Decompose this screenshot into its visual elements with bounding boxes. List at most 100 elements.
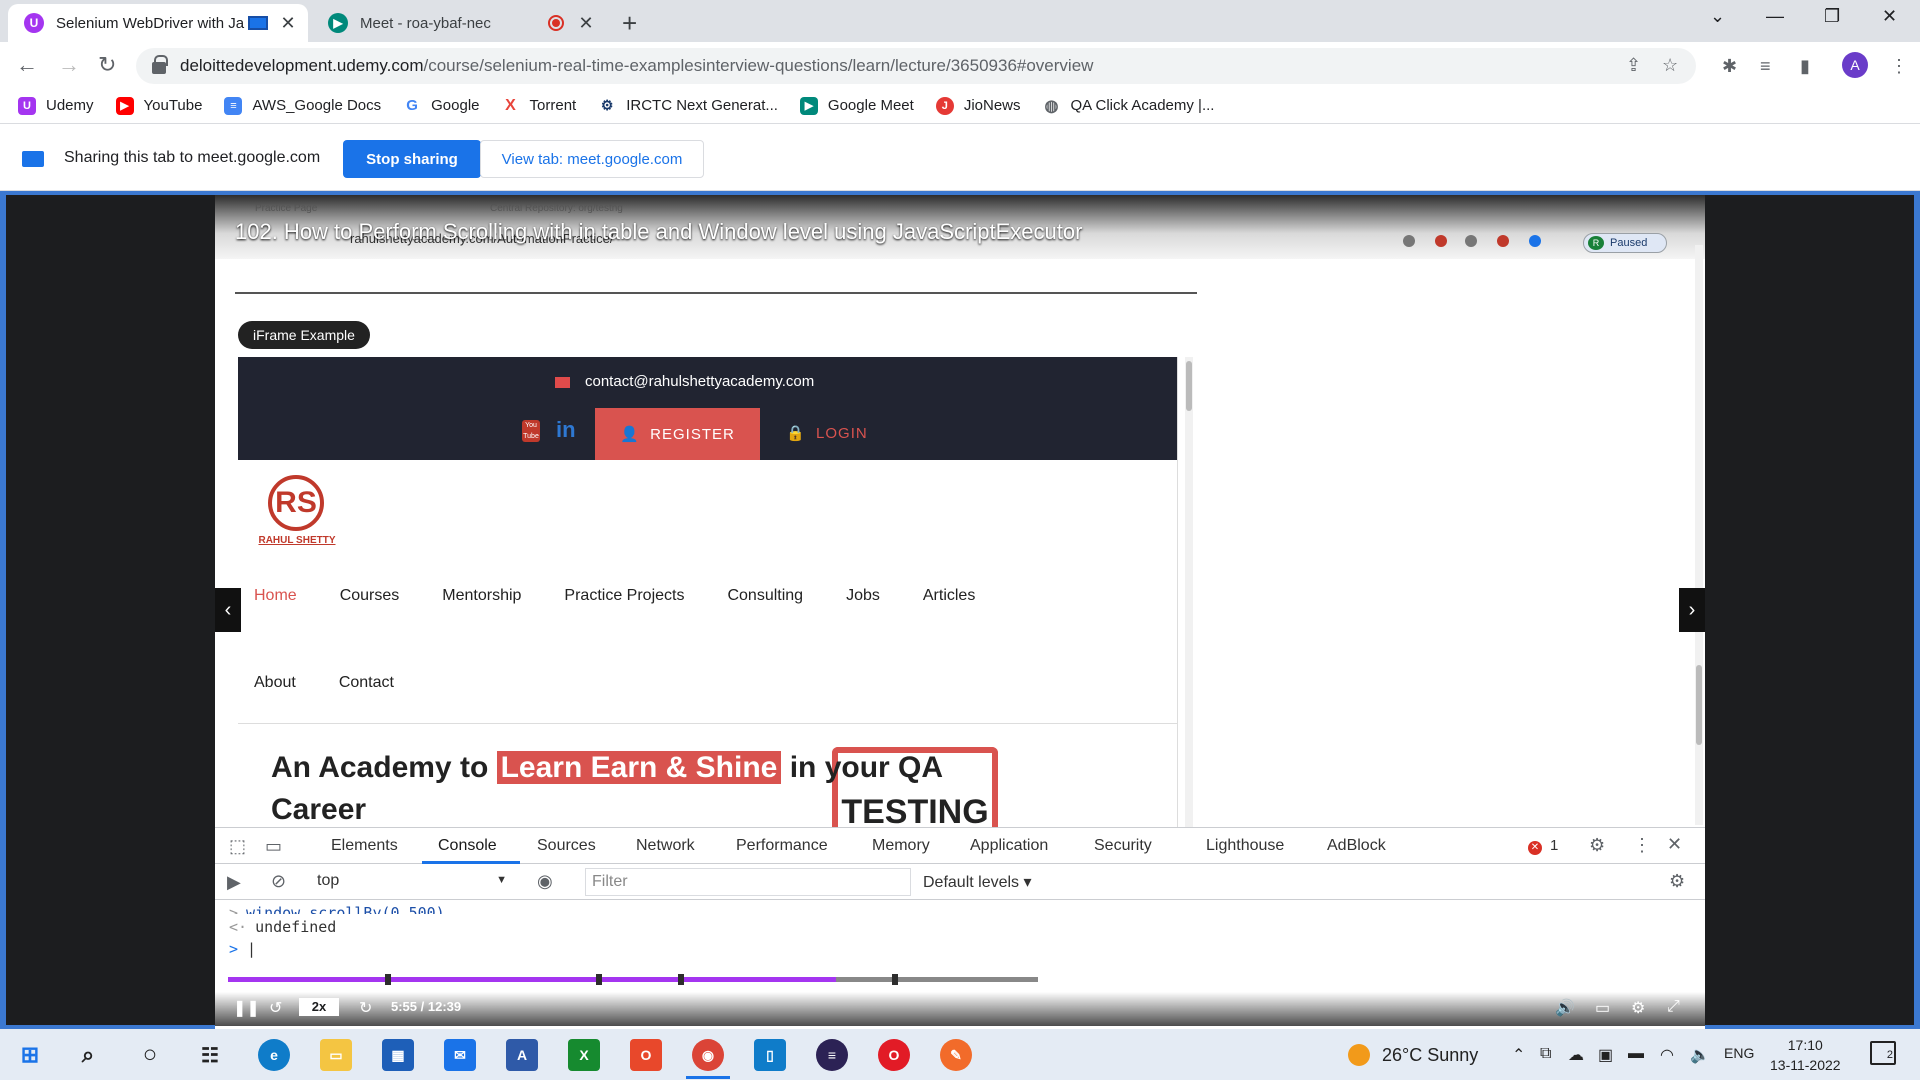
bookmark-google[interactable]: G Google	[403, 97, 479, 115]
playback-speed-button[interactable]: 2x	[299, 998, 339, 1016]
editor-icon[interactable]: A	[506, 1039, 538, 1071]
linkedin-icon: in	[556, 417, 576, 442]
lock-icon	[152, 55, 168, 74]
previous-lecture-button[interactable]: ‹	[215, 588, 241, 632]
close-tab-icon[interactable]: ✕	[574, 13, 598, 34]
devtools-tab-performance: Performance	[736, 837, 828, 854]
bookmark-meet[interactable]: ▶ Google Meet	[799, 96, 914, 115]
mail-icon[interactable]: ✉	[444, 1039, 476, 1071]
volume-icon[interactable]: 🔊	[1555, 998, 1575, 1018]
youtube-icon: ▶	[115, 96, 134, 115]
udemy-icon: U	[18, 96, 36, 115]
forward-button[interactable]: →	[58, 52, 80, 78]
video-progress-fill	[228, 977, 836, 982]
display-icon[interactable]: ▣	[1598, 1045, 1613, 1065]
mail-icon	[555, 377, 570, 388]
fullscreen-icon[interactable]: ⤢	[1667, 998, 1680, 1016]
globe-icon: ◍	[1044, 97, 1059, 115]
onedrive-icon[interactable]: ☁	[1568, 1045, 1584, 1065]
divider	[235, 292, 1197, 294]
close-window-button[interactable]: ✕	[1882, 6, 1897, 27]
devtools-tab-memory: Memory	[872, 837, 930, 854]
side-panel-icon[interactable]: ▮	[1800, 56, 1810, 77]
bookmark-youtube[interactable]: ▶ YouTube	[115, 96, 202, 115]
view-tab-button[interactable]: View tab: meet.google.com	[480, 140, 704, 178]
close-tab-icon[interactable]: ✕	[276, 13, 300, 34]
video-time: 5:55 / 12:39	[391, 999, 462, 1014]
ext-icon	[1497, 235, 1509, 247]
register-button: 👤 REGISTER	[595, 408, 760, 460]
volume-icon[interactable]: 🔈	[1690, 1045, 1710, 1065]
tab-search-icon[interactable]: ⌄	[1710, 6, 1725, 27]
forward-icon[interactable]: ↻	[359, 998, 372, 1018]
bookmark-jionews[interactable]: J JioNews	[935, 96, 1021, 115]
battery-icon[interactable]: ▬	[1628, 1045, 1644, 1063]
stop-sharing-button[interactable]: Stop sharing	[343, 140, 481, 178]
media-control-icon[interactable]: ≡	[1760, 56, 1771, 77]
console-input-line: > window.scrollBy(0,500)	[229, 904, 445, 914]
jionews-icon: J	[935, 96, 954, 115]
tray-app-icon[interactable]: ⧉	[1540, 1045, 1551, 1063]
extensions-icon[interactable]: ✱	[1722, 56, 1737, 77]
office-icon[interactable]: O	[630, 1039, 662, 1071]
divider	[238, 723, 1177, 724]
bookmark-docs[interactable]: ≡ AWS_Google Docs	[224, 96, 381, 115]
nav-consulting: Consulting	[727, 587, 804, 604]
captions-icon[interactable]: ▭	[1595, 998, 1610, 1018]
task-view-icon[interactable]: ☷	[194, 1039, 226, 1071]
clear-console-icon: ⊘	[271, 871, 287, 891]
next-lecture-button[interactable]: ›	[1679, 588, 1705, 632]
tab-udemy[interactable]: U Selenium WebDriver with Ja ✕	[8, 4, 308, 42]
devtools-tab-network: Network	[636, 837, 695, 854]
tray-chevron-icon[interactable]: ⌃	[1512, 1045, 1525, 1065]
opera-icon[interactable]: O	[878, 1039, 910, 1071]
notifications-icon[interactable]: 2	[1870, 1041, 1896, 1065]
video-progress-bar[interactable]	[228, 974, 1038, 985]
eclipse-icon[interactable]: ≡	[816, 1039, 848, 1071]
nav-courses: Courses	[339, 587, 400, 604]
weather-widget[interactable]: 26°C Sunny	[1348, 1044, 1478, 1066]
language-indicator[interactable]: ENG	[1724, 1045, 1754, 1061]
tab-meet[interactable]: ▶ Meet - roa-ybaf-nec ✕	[312, 4, 606, 42]
video-inner-tab: Practice Page	[255, 203, 318, 214]
more-options-icon: ⋮	[1633, 835, 1651, 855]
restore-button[interactable]: ❐	[1824, 6, 1840, 27]
hero-heading-line2: Career	[271, 793, 367, 826]
wifi-icon[interactable]: ◠	[1660, 1045, 1674, 1065]
console-prompt: > |	[229, 940, 257, 958]
store-icon[interactable]: ▦	[382, 1039, 414, 1071]
rewind-icon[interactable]: ↺	[269, 998, 282, 1018]
bookmark-star-icon[interactable]: ☆	[1662, 55, 1678, 76]
chrome-icon[interactable]: ◉	[692, 1039, 724, 1071]
play-pause-icon[interactable]: ❚❚	[233, 998, 260, 1018]
menu-icon[interactable]: ⋮	[1890, 56, 1908, 77]
console-settings-icon: ⚙	[1669, 871, 1686, 891]
new-tab-button[interactable]: +	[622, 8, 637, 39]
settings-gear-icon[interactable]: ⚙	[1631, 998, 1645, 1018]
reload-button[interactable]: ↻	[98, 52, 116, 78]
minimize-button[interactable]: —	[1766, 6, 1784, 27]
system-clock[interactable]: 17:10 13-11-2022	[1770, 1035, 1841, 1075]
postman-icon[interactable]: ✎	[940, 1039, 972, 1071]
google-icon: G	[406, 97, 418, 114]
share-icon[interactable]: ⇪	[1626, 55, 1641, 76]
back-button[interactable]: ←	[16, 52, 38, 78]
file-explorer-icon[interactable]: ▭	[320, 1039, 352, 1071]
tab-title: Meet - roa-ybaf-nec	[360, 14, 491, 32]
search-icon[interactable]: ⌕	[72, 1039, 104, 1071]
bookmark-qaclick[interactable]: ◍ QA Click Academy |...	[1043, 97, 1215, 115]
xbox-icon[interactable]: X	[568, 1039, 600, 1071]
address-bar[interactable]: deloittedevelopment.udemy.com/course/sel…	[136, 48, 1696, 84]
chapter-marker	[596, 974, 602, 985]
bookmark-torrent[interactable]: X Torrent	[502, 97, 576, 115]
bookmark-irctc[interactable]: ⚙ IRCTC Next Generat...	[598, 97, 778, 115]
windows-start-icon[interactable]: ⊞	[14, 1039, 46, 1071]
cortana-icon[interactable]: ○	[134, 1039, 166, 1071]
app-icon[interactable]: ▯	[754, 1039, 786, 1071]
edge-icon[interactable]: e	[258, 1039, 290, 1071]
bookmark-udemy[interactable]: U Udemy	[18, 96, 94, 115]
ext-icon	[1529, 235, 1541, 247]
console-result-line: <· undefined	[229, 918, 337, 936]
profile-avatar[interactable]: A	[1842, 52, 1868, 78]
chapter-marker	[892, 974, 898, 985]
